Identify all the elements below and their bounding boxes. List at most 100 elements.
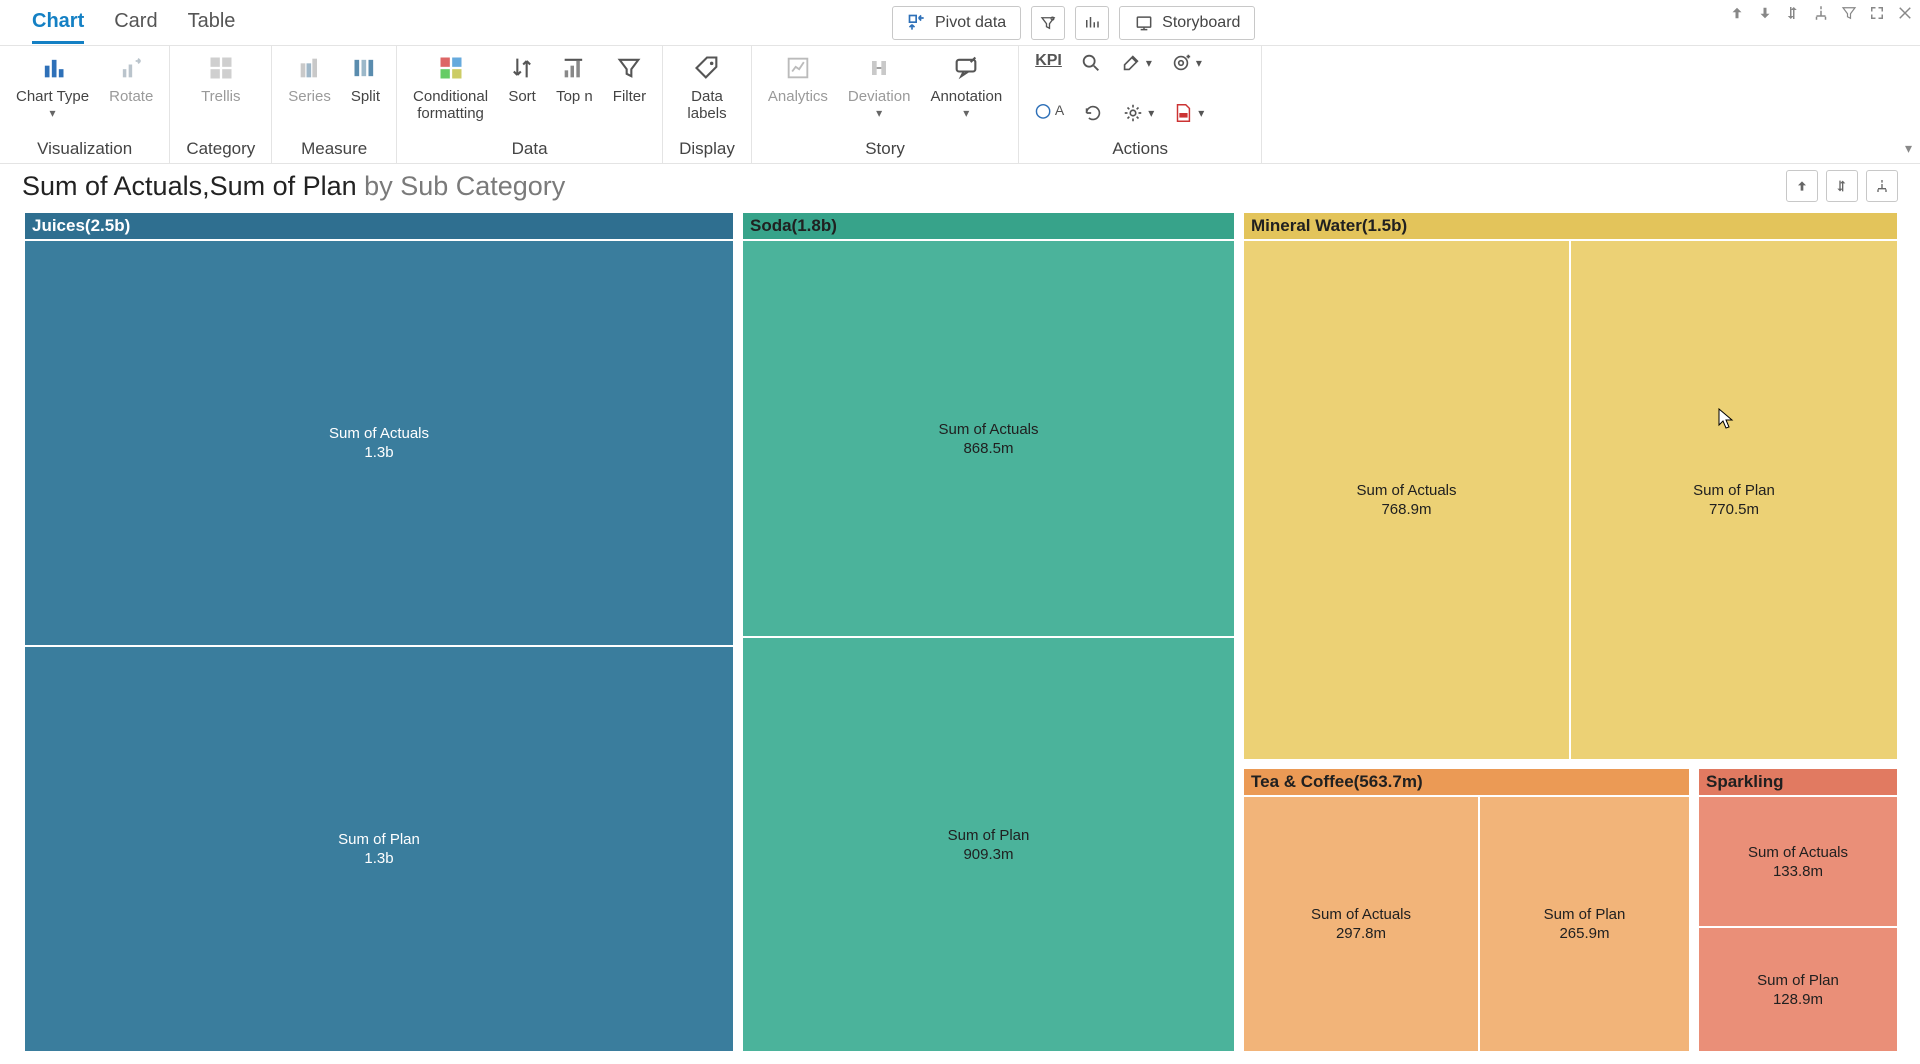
treemap-leaf-tea-plan[interactable]: Sum of Plan 265.9m: [1479, 796, 1690, 1052]
gear-plus-button[interactable]: ▾: [1170, 52, 1202, 74]
leaf-label: Sum of Actuals: [329, 425, 429, 442]
filter-button[interactable]: Filter: [613, 52, 646, 105]
filter-outline-icon[interactable]: [1840, 4, 1858, 22]
tab-chart[interactable]: Chart: [32, 2, 84, 44]
leaf-label: Sum of Plan: [948, 827, 1030, 844]
topn-icon: [560, 52, 588, 84]
expand-icon[interactable]: [1868, 4, 1886, 22]
kpi-button[interactable]: KPI: [1035, 52, 1062, 70]
chart-type-label: Chart Type: [16, 88, 89, 105]
tag-icon: [693, 52, 721, 84]
treemap-node-soda[interactable]: Soda(1.8b) Sum of Actuals 868.5m Sum of …: [742, 212, 1235, 1052]
treemap-leaf-sparkling-plan[interactable]: Sum of Plan 128.9m: [1698, 927, 1898, 1052]
conditional-formatting-button[interactable]: Conditional formatting: [413, 52, 488, 123]
leaf-value: 770.5m: [1709, 501, 1759, 518]
annotation-button[interactable]: Annotation ▾: [930, 52, 1002, 121]
sort-button[interactable]: Sort: [508, 52, 536, 105]
treemap-leaf-mineral-actuals[interactable]: Sum of Actuals 768.9m: [1243, 240, 1570, 760]
group-story: Analytics Deviation ▾ Annotation ▾ Story: [752, 46, 1019, 163]
sort-swap-button[interactable]: [1826, 170, 1858, 202]
refresh-button[interactable]: [1082, 102, 1104, 124]
rank-icon: [1083, 14, 1101, 32]
treemap-leaf-tea-actuals[interactable]: Sum of Actuals 297.8m: [1243, 796, 1479, 1052]
chevron-down-icon: ▾: [963, 107, 969, 121]
search-icon: [1080, 52, 1102, 74]
treemap-node-mineral[interactable]: Mineral Water(1.5b) Sum of Actuals 768.9…: [1243, 212, 1898, 760]
sort-swap-icon: [1834, 178, 1850, 194]
treemap-header-tea: Tea & Coffee(563.7m): [1243, 768, 1690, 796]
series-icon: [296, 52, 324, 84]
treemap-node-sparkling[interactable]: Sparkling Water(262.7m) Sum of Actuals 1…: [1698, 768, 1898, 1052]
leaf-value: 1.3b: [364, 850, 393, 867]
drill-up-button[interactable]: [1786, 170, 1818, 202]
auto-a-button[interactable]: ◯A: [1035, 102, 1064, 119]
search-button[interactable]: [1080, 52, 1102, 74]
hierarchy-button[interactable]: [1866, 170, 1898, 202]
chevron-down-icon: ▾: [876, 107, 882, 121]
treemap-leaf-juices-actuals[interactable]: Sum of Actuals 1.3b: [24, 240, 734, 646]
leaf-value: 265.9m: [1559, 925, 1609, 942]
sort-swap-icon[interactable]: [1784, 4, 1802, 22]
treemap-leaf-soda-actuals[interactable]: Sum of Actuals 868.5m: [742, 240, 1235, 637]
data-labels-button[interactable]: Data labels: [687, 52, 726, 123]
series-button[interactable]: Series: [288, 52, 331, 105]
group-actions: KPI ▾ ▾ ◯A ▾ ▾ Actions: [1019, 46, 1262, 163]
treemap-node-tea[interactable]: Tea & Coffee(563.7m) Sum of Actuals 297.…: [1243, 768, 1690, 1052]
treemap-node-juices[interactable]: Juices(2.5b) Sum of Actuals 1.3b Sum of …: [24, 212, 734, 1052]
paint-button[interactable]: ▾: [1120, 52, 1152, 74]
treemap-leaf-soda-plan[interactable]: Sum of Plan 909.3m: [742, 637, 1235, 1052]
refresh-icon: [1082, 102, 1104, 124]
pivot-data-button[interactable]: Pivot data: [892, 6, 1021, 40]
tab-table[interactable]: Table: [188, 2, 236, 44]
treemap-leaf-sparkling-actuals[interactable]: Sum of Actuals 133.8m: [1698, 796, 1898, 927]
leaf-label: Sum of Actuals: [938, 421, 1038, 438]
treemap-header-juices: Juices(2.5b): [24, 212, 734, 240]
topn-button[interactable]: Top n: [556, 52, 593, 105]
analytics-button[interactable]: Analytics: [768, 52, 828, 105]
group-label-story: Story: [865, 137, 905, 159]
close-icon[interactable]: [1896, 4, 1914, 22]
leaf-value: 868.5m: [963, 440, 1013, 457]
leaf-value: 909.3m: [963, 846, 1013, 863]
chart-title: Sum of Actuals,Sum of Plan by Sub Catego…: [22, 171, 565, 202]
treemap-leaf-mineral-plan[interactable]: Sum of Plan 770.5m: [1570, 240, 1898, 760]
annotation-label: Annotation: [930, 88, 1002, 105]
tab-card[interactable]: Card: [114, 2, 157, 44]
chart-type-button[interactable]: Chart Type ▾: [16, 52, 89, 121]
treemap-leaf-juices-plan[interactable]: Sum of Plan 1.3b: [24, 646, 734, 1052]
analytics-icon: [784, 52, 812, 84]
group-label-actions: Actions: [1112, 137, 1168, 159]
deviation-label: Deviation: [848, 88, 911, 105]
group-label-category: Category: [186, 137, 255, 159]
group-label-display: Display: [679, 137, 735, 159]
arrow-up-icon[interactable]: [1728, 4, 1746, 22]
treemap-header-mineral: Mineral Water(1.5b): [1243, 212, 1898, 240]
split-button[interactable]: Split: [351, 52, 380, 105]
export-pdf-button[interactable]: ▾: [1172, 102, 1204, 124]
storyboard-label: Storyboard: [1162, 14, 1240, 32]
pdf-icon: [1172, 102, 1194, 124]
ribbon-collapse-button[interactable]: ▾: [1905, 140, 1912, 157]
top-tabbar: Chart Card Table Pivot data Storyboard: [0, 0, 1920, 46]
conditional-formatting-icon: [437, 52, 465, 84]
hierarchy-icon[interactable]: [1812, 4, 1830, 22]
settings-button[interactable]: ▾: [1122, 102, 1154, 124]
pivot-data-label: Pivot data: [935, 14, 1006, 32]
rotate-button[interactable]: Rotate: [109, 52, 153, 105]
chart-title-suffix: by Sub Category: [357, 171, 566, 201]
group-label-visualization: Visualization: [37, 137, 132, 159]
group-category: Trellis Category: [170, 46, 272, 163]
leaf-label: Sum of Plan: [338, 831, 420, 848]
leaf-value: 128.9m: [1773, 991, 1823, 1008]
filter-icon: [615, 52, 643, 84]
deviation-button[interactable]: Deviation ▾: [848, 52, 911, 121]
trellis-button[interactable]: Trellis: [201, 52, 240, 105]
arrow-down-icon[interactable]: [1756, 4, 1774, 22]
treemap-chart[interactable]: Juices(2.5b) Sum of Actuals 1.3b Sum of …: [24, 212, 1898, 1052]
storyboard-button[interactable]: Storyboard: [1119, 6, 1255, 40]
storyboard-icon: [1134, 13, 1154, 33]
leaf-label: Sum of Plan: [1693, 482, 1775, 499]
split-label: Split: [351, 88, 380, 105]
rank-button[interactable]: [1075, 6, 1109, 40]
funnel-button[interactable]: [1031, 6, 1065, 40]
